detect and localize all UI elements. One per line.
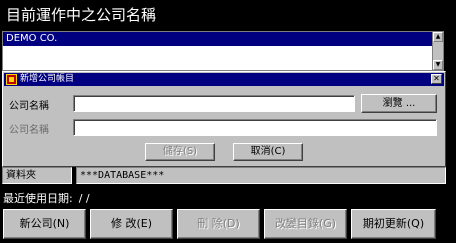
period-update-button[interactable]: 期初更新(Q) <box>351 209 436 239</box>
scroll-down-icon[interactable]: ▼ <box>433 60 443 70</box>
company-name-input-2[interactable] <box>73 119 437 136</box>
window-title: 目前運作中之公司名稱 <box>0 0 456 31</box>
app-icon <box>6 74 17 85</box>
company-list-item-selected[interactable]: DEMO CO. <box>3 32 433 46</box>
dialog-title: 新增公司帳目 <box>20 74 75 84</box>
browse-button[interactable]: 瀏覽 ... <box>361 94 437 113</box>
company-list[interactable]: DEMO CO. ▲ ▼ <box>2 31 444 71</box>
change-directory-button[interactable]: 改變目錄(G) <box>264 209 347 239</box>
cancel-button[interactable]: 取消(C) <box>233 143 303 161</box>
last-used-value: / / <box>78 192 90 205</box>
company-name-input[interactable] <box>73 95 355 112</box>
last-used-date: 最近使用日期: / / <box>3 190 90 206</box>
last-used-label: 最近使用日期: <box>3 192 73 205</box>
database-label: 資料夾 <box>2 167 72 184</box>
save-button[interactable]: 儲存(S) <box>145 143 215 161</box>
dialog-titlebar: 新增公司帳目 ✕ <box>4 73 444 86</box>
list-scrollbar[interactable]: ▲ ▼ <box>432 32 443 70</box>
company-name-label: 公司名稱 <box>9 101 49 112</box>
edit-button[interactable]: 修 改(E) <box>90 209 173 239</box>
database-path: ***DATABASE*** <box>76 167 446 184</box>
new-company-dialog: 新增公司帳目 ✕ 公司名稱 瀏覽 ... 公司名稱 儲存(S) 取消(C) <box>2 71 446 167</box>
scroll-up-icon[interactable]: ▲ <box>433 32 443 42</box>
new-company-button[interactable]: 新公司(N) <box>3 209 86 239</box>
delete-button[interactable]: 刪 除(D) <box>177 209 260 239</box>
close-icon[interactable]: ✕ <box>431 74 442 84</box>
company-name-label-2: 公司名稱 <box>9 125 49 136</box>
